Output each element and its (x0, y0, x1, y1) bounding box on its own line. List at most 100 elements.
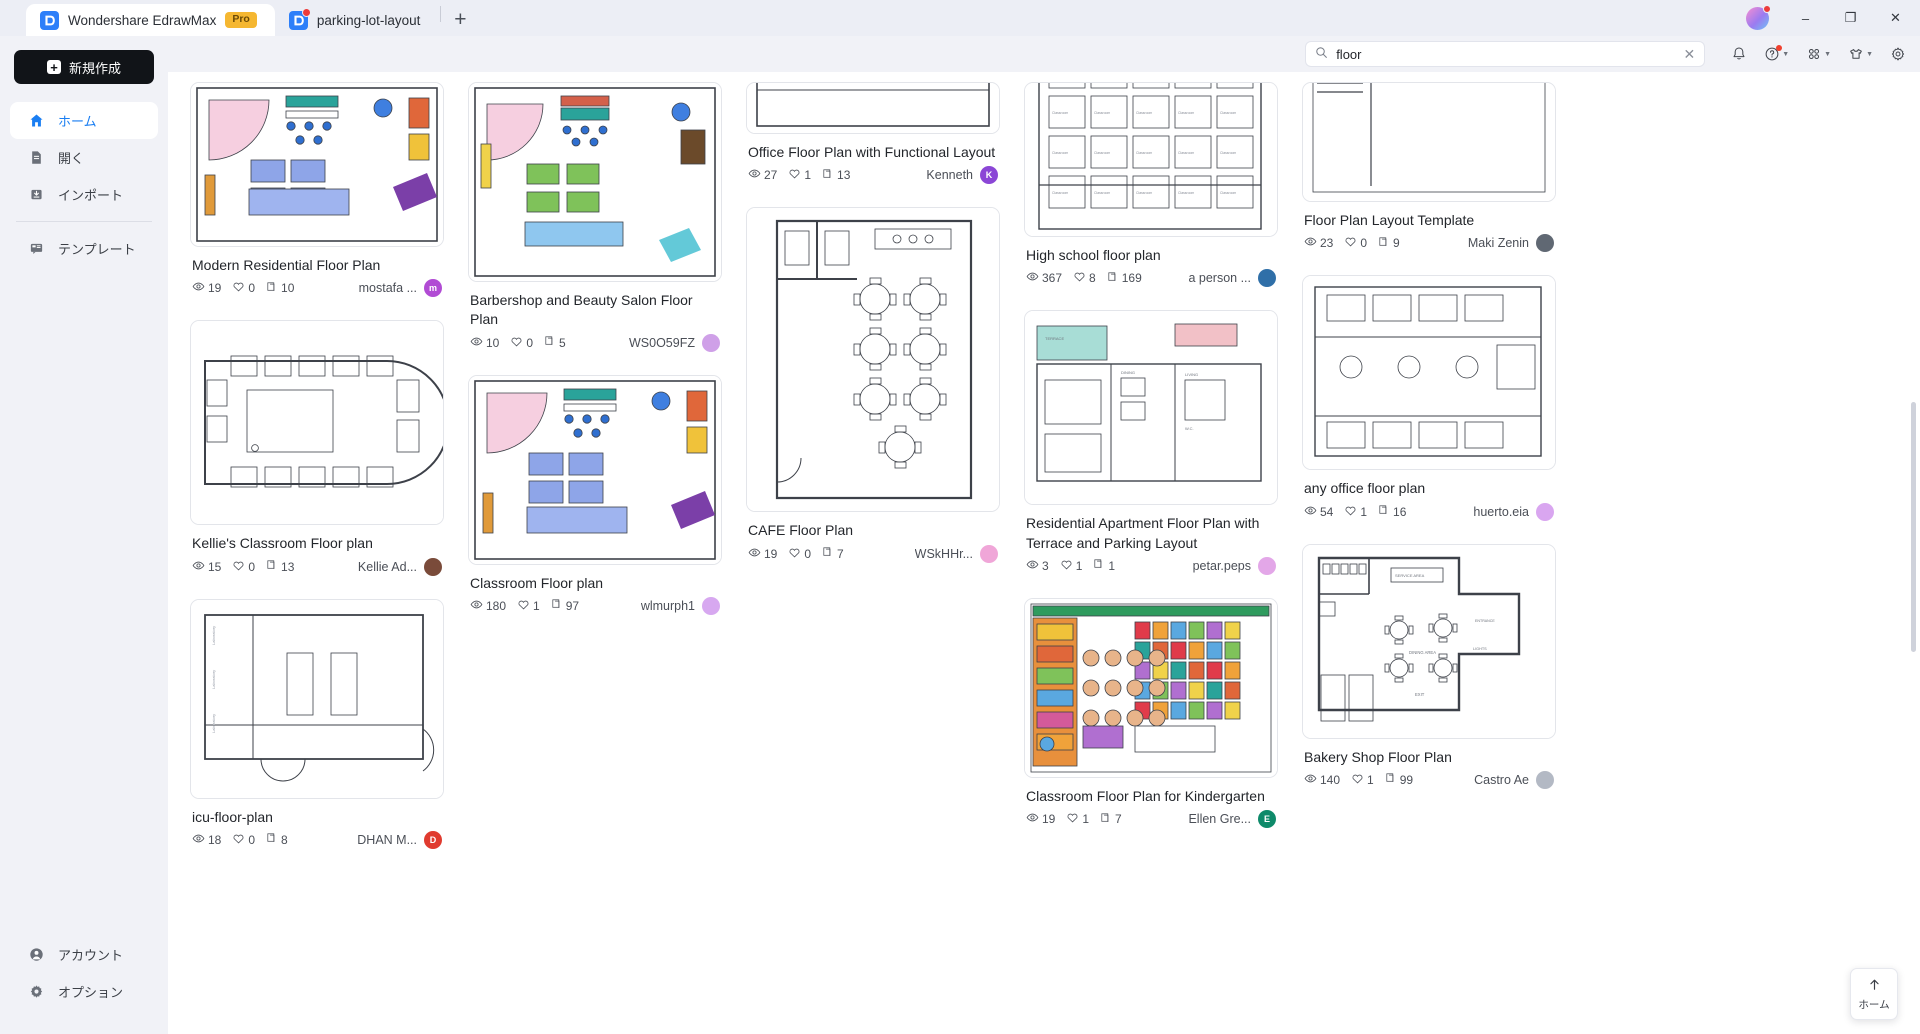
template-thumbnail[interactable] (746, 207, 1000, 513)
author-avatar (1536, 234, 1554, 253)
heart-icon (232, 280, 245, 296)
template-author[interactable]: Castro Ae (1474, 770, 1554, 789)
template-author[interactable]: Kellie Ad... (358, 557, 442, 576)
template-thumbnail[interactable]: SERVICE AREA DINING AREA EXIT ENTRANCE LIGHT… (1302, 543, 1556, 739)
template-card[interactable]: Barbershop and Beauty Salon Floor Plan 1… (468, 82, 722, 368)
template-author[interactable]: wlmurph1 (641, 596, 720, 615)
settings-gear-icon[interactable] (1890, 46, 1906, 62)
tab-edrawmax[interactable]: Wondershare EdrawMax Pro (26, 4, 275, 36)
new-document-button[interactable]: + 新規作成 (14, 50, 154, 84)
sidebar-item-import[interactable]: インポート (10, 176, 158, 213)
sidebar-item-account[interactable]: アカウント (10, 936, 158, 973)
template-thumbnail[interactable]: TERRACE DINING LIVING W.C. (1024, 310, 1278, 506)
template-card[interactable]: Classroom Floor Plan for Kindergarten 19… (1024, 597, 1278, 844)
template-title[interactable]: Floor Plan Layout Template (1304, 211, 1554, 230)
template-title[interactable]: Classroom Floor plan (470, 574, 720, 593)
sidebar-label-template: テンプレート (58, 242, 136, 257)
template-card[interactable]: Laboratory Laboratory Laboratory icu-floor… (190, 598, 444, 865)
template-thumbnail[interactable] (1024, 597, 1278, 778)
template-title[interactable]: Kellie's Classroom Floor plan (192, 534, 442, 553)
template-author[interactable]: WSkHHr... (915, 544, 998, 563)
template-author[interactable]: Maki Zenin (1468, 234, 1554, 253)
views-count: 3 (1042, 558, 1049, 573)
template-thumbnail[interactable] (468, 374, 722, 565)
template-meta: 10 0 5 WS0O59FZ (470, 333, 720, 352)
copy-icon (544, 335, 556, 350)
template-card[interactable]: Kellie's Classroom Floor plan 15 0 13 Ke… (190, 320, 444, 591)
svg-text:EXIT: EXIT (1415, 692, 1425, 697)
template-card[interactable]: Modern Residential Floor Plan 19 0 10 mo… (190, 82, 444, 313)
template-title[interactable]: Barbershop and Beauty Salon Floor Plan (470, 291, 720, 330)
tab-parking-lot-layout[interactable]: parking-lot-layout (275, 4, 439, 36)
template-card[interactable]: Classroom Floor plan 180 1 97 wlmurph1 (468, 374, 722, 631)
template-thumbnail[interactable]: Laboratory Laboratory Laboratory (190, 598, 444, 799)
template-card[interactable]: SERVICE AREA DINING AREA EXIT ENTRANCE LIGHT… (1302, 543, 1556, 805)
copies-stat: 5 (544, 335, 566, 350)
template-meta: 19 1 7 Ellen Gre... E (1026, 810, 1276, 829)
template-author[interactable]: huerto.eia (1473, 502, 1554, 521)
template-thumbnail[interactable]: Classroom Classroom Classroom Classroom Clas… (1024, 82, 1278, 237)
copies-stat: 7 (822, 546, 844, 561)
eye-icon (748, 167, 761, 183)
sidebar-item-open[interactable]: 開く (10, 139, 158, 176)
template-author[interactable]: mostafa ... m (359, 279, 442, 298)
svg-text:Classroom: Classroom (1178, 151, 1194, 155)
template-author[interactable]: petar.peps (1193, 556, 1276, 575)
minimize-button[interactable]: – (1783, 0, 1828, 36)
template-card[interactable]: Classroom Classroom Classroom Classroom Clas… (1024, 82, 1278, 303)
maximize-button[interactable]: ❐ (1828, 0, 1873, 36)
template-meta: 19 0 10 mostafa ... m (192, 279, 442, 298)
scroll-to-top-button[interactable]: ホーム (1850, 968, 1898, 1020)
template-author[interactable]: Ellen Gre... E (1188, 810, 1276, 829)
theme-shirt-icon[interactable]: ▼ (1848, 46, 1873, 62)
svg-text:TERRACE: TERRACE (1045, 336, 1064, 341)
author-name: Ellen Gre... (1188, 812, 1251, 827)
author-name: Kenneth (926, 168, 973, 183)
sidebar-item-template[interactable]: テンプレート (10, 230, 158, 267)
likes-count: 1 (1367, 772, 1374, 787)
template-card[interactable]: any office floor plan 54 1 16 huerto.eia (1302, 275, 1556, 536)
vertical-scrollbar[interactable] (1911, 402, 1916, 652)
template-thumbnail[interactable] (746, 82, 1000, 134)
template-author[interactable]: WS0O59FZ (629, 333, 720, 352)
template-author[interactable]: Kenneth K (926, 166, 998, 185)
template-card[interactable]: CAFE Floor Plan 19 0 7 WSkHHr... (746, 207, 1000, 578)
bell-icon[interactable] (1731, 46, 1747, 62)
template-title[interactable]: Bakery Shop Floor Plan (1304, 748, 1554, 767)
template-title[interactable]: Residential Apartment Floor Plan with Te… (1026, 514, 1276, 553)
sidebar-item-options[interactable]: オプション (10, 973, 158, 1010)
apps-grid-icon[interactable]: ▼ (1806, 46, 1831, 62)
likes-count: 1 (804, 168, 812, 183)
likes-stat: 1 (517, 598, 540, 614)
template-meta: 15 0 13 Kellie Ad... (192, 557, 442, 576)
template-title[interactable]: CAFE Floor Plan (748, 521, 998, 540)
close-button[interactable]: ✕ (1873, 0, 1918, 36)
template-thumbnail[interactable] (190, 82, 444, 247)
template-card[interactable]: TERRACE DINING LIVING W.C. Residential Apar… (1024, 310, 1278, 591)
template-thumbnail[interactable] (1302, 82, 1556, 202)
template-title[interactable]: High school floor plan (1026, 246, 1276, 265)
template-title[interactable]: Modern Residential Floor Plan (192, 256, 442, 275)
copies-stat: 1 (1093, 558, 1115, 573)
template-card[interactable]: Office Floor Plan with Functional Layout… (746, 82, 1000, 200)
new-tab-button[interactable]: + (443, 4, 477, 36)
template-author[interactable]: a person ... (1188, 269, 1276, 288)
user-avatar[interactable] (1746, 4, 1771, 30)
help-icon[interactable]: ▼ (1764, 45, 1789, 62)
svg-text:Classroom: Classroom (1220, 191, 1236, 195)
template-title[interactable]: Office Floor Plan with Functional Layout (748, 143, 998, 162)
template-thumbnail[interactable] (190, 320, 444, 526)
sidebar-item-home[interactable]: ホーム (10, 102, 158, 139)
template-card[interactable]: Floor Plan Layout Template 23 0 9 Maki Z… (1302, 82, 1556, 268)
template-thumbnail[interactable] (1302, 275, 1556, 471)
template-title[interactable]: any office floor plan (1304, 479, 1554, 498)
search-box[interactable]: ✕ (1305, 41, 1706, 67)
template-author[interactable]: DHAN M... D (357, 830, 442, 849)
heart-icon (1066, 811, 1079, 827)
svg-text:Laboratory: Laboratory (211, 714, 216, 733)
template-title[interactable]: Classroom Floor Plan for Kindergarten (1026, 787, 1276, 806)
clear-search-icon[interactable]: ✕ (1683, 47, 1695, 61)
template-thumbnail[interactable] (468, 82, 722, 282)
template-title[interactable]: icu-floor-plan (192, 808, 442, 827)
search-input[interactable] (1336, 46, 1676, 62)
